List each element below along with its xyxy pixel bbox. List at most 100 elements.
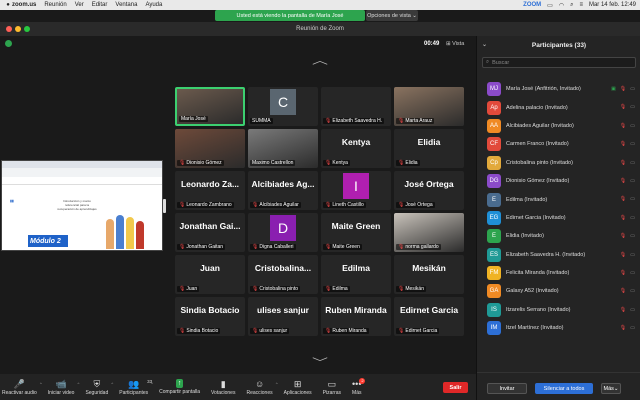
toolbar-label: Aplicaciones <box>283 389 312 396</box>
apple-icon[interactable]: ● <box>4 2 12 8</box>
leave-button[interactable]: Salir <box>443 382 468 393</box>
participant-tile[interactable]: Mesikán 🎙 Mesikán <box>394 255 464 294</box>
participant-row[interactable]: MJ María José (Anfitrión, Invitado) ▣ 🎙 ▭ <box>477 80 640 98</box>
participant-tile[interactable]: 🎙 Elizabeth Saavedra H. <box>321 87 391 126</box>
participant-row[interactable]: IS Itzarelis Serrano (Invitado) 🎙 ▭ <box>477 301 640 319</box>
participants-button[interactable]: 👥 Participantes 33 ^ <box>119 379 153 396</box>
menu-zoom-us[interactable]: zoom.us <box>12 2 36 8</box>
encryption-shield-icon[interactable] <box>5 40 12 47</box>
participants-panel: ⌄ Participantes (33) ⌕ Buscar MJ María Jo… <box>476 36 640 400</box>
participant-tile[interactable]: Edilma 🎙 Edilma <box>321 255 391 294</box>
participant-tile[interactable]: Elidia 🎙 Elidia <box>394 129 464 168</box>
mic-muted-icon: 🎙 <box>619 269 627 276</box>
reactions-button[interactable]: ☺ Reacciones ^ <box>246 379 277 396</box>
participant-status-icons: 🎙 ▭ <box>620 123 635 129</box>
view-button[interactable]: ⊞ Vista <box>446 41 464 47</box>
participant-row[interactable]: Ap Adelina palacio (Invitado) 🎙 ▭ <box>477 98 640 116</box>
mic-muted-button[interactable]: 🎤 Reactivar audio ^ <box>2 379 42 396</box>
menu-ver[interactable]: Ver <box>75 2 84 8</box>
participant-tile[interactable]: 🎙 Marta Arauz <box>394 87 464 126</box>
participants-header: ⌄ Participantes (33) <box>477 36 640 54</box>
participant-row[interactable]: E Edilma (Invitado) 🎙 ▭ <box>477 190 640 208</box>
shared-screen-thumbnail[interactable]: ▮▮ Introducción y marco referencial para… <box>1 160 163 251</box>
participant-tile[interactable]: José Ortega 🎙 José Ortega <box>394 171 464 210</box>
mic-muted-icon: 🎙 <box>398 118 405 124</box>
participant-row[interactable]: EG Edirnet Garcia (Invitado) 🎙 ▭ <box>477 209 640 227</box>
view-options-button[interactable]: Opciones de vista ⌄ <box>366 10 418 21</box>
menubar-datetime[interactable]: Mar 14 feb. 12:49 <box>589 2 636 8</box>
caret-up-icon[interactable]: ^ <box>78 381 80 386</box>
share-screen-button[interactable]: ↑ Compartir pantalla <box>159 379 200 395</box>
caret-up-icon[interactable]: ^ <box>151 381 153 386</box>
zoom-status-icon[interactable]: ZOOM <box>523 2 541 8</box>
mic-muted-icon: 🎙 <box>325 118 332 124</box>
invite-button[interactable]: Invitar <box>487 383 527 394</box>
panel-more-button[interactable]: Más ⌄ <box>601 383 621 394</box>
participant-tile[interactable]: Maximo Castrellon <box>248 129 318 168</box>
shield-button[interactable]: ⛨ Seguridad ^ <box>85 379 113 396</box>
participant-row[interactable]: E Elidia (Invitado) 🎙 ▭ <box>477 227 640 245</box>
participant-row[interactable]: CF Carmen Franco (Invitado) 🎙 ▭ <box>477 135 640 153</box>
search-icon[interactable]: ⌕ <box>570 2 573 9</box>
battery-icon[interactable]: ▭ <box>547 2 553 9</box>
participant-row[interactable]: DG Dionisio Gómez (Invitado) 🎙 ▭ <box>477 172 640 190</box>
close-window-icon[interactable] <box>6 26 12 32</box>
participant-tile[interactable]: ulises sanjur 🎙 ulises sanjur <box>248 297 318 336</box>
participant-tile[interactable]: Juan 🎙 Juan <box>175 255 245 294</box>
menu-reunion[interactable]: Reunión <box>44 2 66 8</box>
participant-row-name: Elidia (Invitado) <box>506 233 544 240</box>
caret-up-icon[interactable]: ^ <box>276 381 278 386</box>
participant-tile[interactable]: Sindia Botacio 🎙 Sindia Botacio <box>175 297 245 336</box>
caret-up-icon[interactable]: ^ <box>111 381 113 386</box>
participant-tile[interactable]: Edirnet Garcia 🎙 Edirnet Garcia <box>394 297 464 336</box>
participant-tile[interactable]: Kentya 🎙 Kentya <box>321 129 391 168</box>
participant-tile[interactable]: Jonathan Gai... 🎙 Jonathan Gaitan <box>175 213 245 252</box>
participant-tile[interactable]: C SUMMA <box>248 87 318 126</box>
participant-row[interactable]: Cp Cristobalina pinto (Invitado) 🎙 ▭ <box>477 154 640 172</box>
menu-ventana[interactable]: Ventana <box>115 2 137 8</box>
participant-tile[interactable]: María José <box>175 87 245 126</box>
participant-tile[interactable]: 🎙 norma gallardo <box>394 213 464 252</box>
participant-tile[interactable]: Cristobalina... 🎙 Cristobalina pinto <box>248 255 318 294</box>
whiteboard-button[interactable]: ▭ Pizarras <box>323 379 341 396</box>
participant-avatar: ES <box>487 247 501 262</box>
menu-editar[interactable]: Editar <box>92 2 108 8</box>
participant-row[interactable]: AA Alcibiades Aguilar (Invitado) 🎙 ▭ <box>477 117 640 135</box>
caret-up-icon[interactable]: ^ <box>40 381 42 386</box>
participant-tile[interactable]: 🎙 Dionisio Gómez <box>175 129 245 168</box>
participant-row-name: Felicita Miranda (Invitado) <box>506 270 570 277</box>
participants-title: Participantes (33) <box>531 41 587 49</box>
participant-row[interactable]: FM Felicita Miranda (Invitado) 🎙 ▭ <box>477 264 640 282</box>
participant-row[interactable]: IM Itzel Martínez (Invitado) 🎙 ▭ <box>477 319 640 337</box>
more-button[interactable]: ••• Más 2 <box>352 377 366 396</box>
page-down-chevron-icon[interactable]: ﹀ <box>312 354 328 369</box>
participant-tile[interactable]: Maite Green 🎙 Maite Green <box>321 213 391 252</box>
video-off-button[interactable]: 📹 Iniciar video ^ <box>48 379 80 396</box>
thumbnail-resize-handle[interactable] <box>163 199 166 213</box>
participants-search-input[interactable]: ⌕ Buscar <box>482 57 636 68</box>
minimize-window-icon[interactable] <box>15 26 21 32</box>
zoom-window-icon[interactable] <box>24 26 30 32</box>
collapse-chevron-icon[interactable]: ⌄ <box>482 41 487 48</box>
participant-tile[interactable]: D 🎙 Digna Caballeri <box>248 213 318 252</box>
mic-muted-icon: 🎙 <box>325 160 332 166</box>
meeting-timer: 00:49 <box>424 41 440 47</box>
page-up-chevron-icon[interactable]: ︿ <box>312 52 328 67</box>
participant-tile[interactable]: Alcibiades Ag... 🎙 Alcibiades Aguilar <box>248 171 318 210</box>
participant-tile[interactable]: Ruben Miranda 🎙 Ruben Miranda <box>321 297 391 336</box>
polls-button[interactable]: ▮ Votaciones <box>211 379 235 396</box>
participant-row[interactable]: ES Elizabeth Saavedra H. (Invitado) 🎙 ▭ <box>477 246 640 264</box>
mic-muted-icon: 🎙 <box>325 244 332 250</box>
participant-tile[interactable]: Leonardo Za... 🎙 Leonardo Zambrano <box>175 171 245 210</box>
mute-all-button[interactable]: Silenciar a todos <box>535 383 593 394</box>
participant-row[interactable]: GA Galaxy A52 (Invitado) 🎙 ▭ <box>477 282 640 300</box>
participant-status-icons: 🎙 ▭ <box>620 178 635 184</box>
participant-avatar: MJ <box>487 82 501 97</box>
apps-button[interactable]: ⊞ Aplicaciones <box>284 379 312 396</box>
participant-tile[interactable]: I 🎙 Lineth Castillo <box>321 171 391 210</box>
wifi-icon[interactable]: ◠ <box>559 2 564 9</box>
mic-muted-icon: 🎙 <box>398 202 405 208</box>
participant-name-label: 🎙 Elizabeth Saavedra H. <box>323 118 385 124</box>
control-center-icon[interactable]: ≡ <box>579 2 583 8</box>
menu-ayuda[interactable]: Ayuda <box>145 2 162 8</box>
